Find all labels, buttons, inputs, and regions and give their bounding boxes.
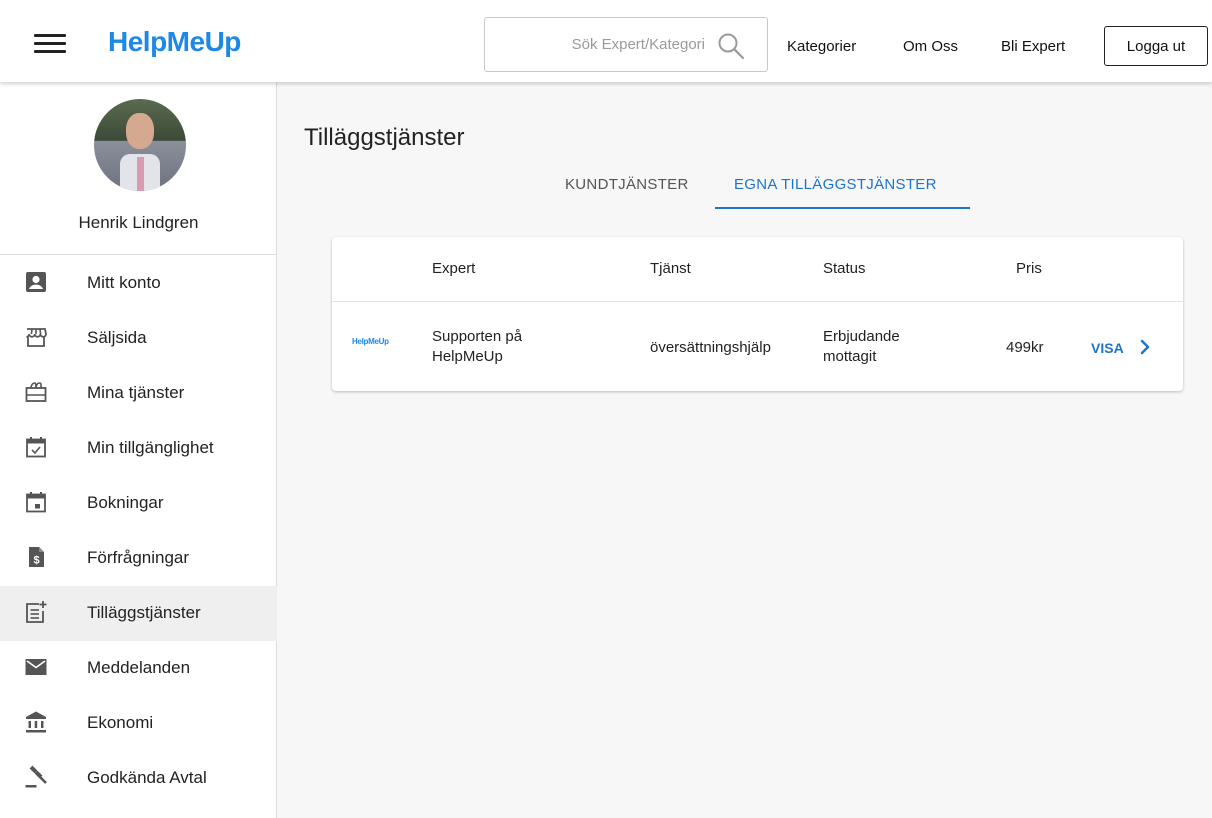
status-text: Erbjudande mottagit <box>823 327 900 367</box>
sidebar: Henrik Lindgren Mitt konto Säljsida Mina… <box>0 82 277 818</box>
storefront-icon <box>26 328 47 347</box>
nav-kategorier-link[interactable]: Kategorier <box>787 38 856 55</box>
avatar[interactable] <box>94 99 186 191</box>
tab-kundtjanster[interactable]: KUNDTJÄNSTER <box>565 176 689 193</box>
nav-om-oss-link[interactable]: Om Oss <box>903 38 958 55</box>
sidebar-item-label: Mitt konto <box>87 273 161 292</box>
status-line: Erbjudande <box>823 328 900 345</box>
sidebar-divider <box>0 254 277 255</box>
tab-egna-tillaggstjanster[interactable]: EGNA TILLÄGGSTJÄNSTER <box>734 176 937 193</box>
sidebar-item-label: Godkända Avtal <box>87 768 207 787</box>
sidebar-item-meddelanden[interactable]: Meddelanden <box>0 641 277 696</box>
menu-icon[interactable] <box>34 34 66 54</box>
expert-name: Supporten på HelpMeUp <box>432 327 522 367</box>
sidebar-item-mina-tjanster[interactable]: Mina tjänster <box>0 366 277 421</box>
bank-icon <box>26 711 46 733</box>
expert-name-line: HelpMeUp <box>432 348 503 365</box>
search-icon[interactable] <box>716 31 746 61</box>
sidebar-item-label: Förfrågningar <box>87 548 190 567</box>
top-bar: HelpMeUp Kategorier Om Oss Bli Expert Lo… <box>0 0 1212 82</box>
sidebar-item-godkanda-avtal[interactable]: Godkända Avtal <box>0 751 277 806</box>
user-name: Henrik Lindgren <box>78 213 199 232</box>
sidebar-item-label: Säljsida <box>87 328 147 347</box>
sidebar-item-min-tillganglighet[interactable]: Min tillgänglighet <box>0 421 277 476</box>
post-add-icon <box>26 601 47 623</box>
column-header-tjanst: Tjänst <box>650 260 691 277</box>
gavel-icon <box>25 765 47 788</box>
active-tab-indicator <box>715 207 970 209</box>
column-header-pris: Pris <box>1016 260 1042 277</box>
sidebar-item-mitt-konto[interactable]: Mitt konto <box>0 256 277 311</box>
calendar-icon <box>26 492 46 513</box>
service-name: översättningshjälp <box>650 339 771 356</box>
services-table: Expert Tjänst Status Pris HelpMeUp Suppo… <box>332 237 1183 391</box>
column-header-expert: Expert <box>432 260 476 277</box>
sidebar-item-label: Min tillgänglighet <box>87 438 214 457</box>
services-icon <box>25 382 47 402</box>
price: 499kr <box>1006 339 1044 356</box>
nav-bli-expert-link[interactable]: Bli Expert <box>1001 38 1065 55</box>
page-title: Tilläggstjänster <box>304 124 465 151</box>
search-input[interactable] <box>495 18 705 71</box>
sidebar-menu: Mitt konto Säljsida Mina tjänster Min ti… <box>0 256 277 806</box>
sidebar-item-label: Meddelanden <box>87 658 191 677</box>
sidebar-item-ekonomi[interactable]: Ekonomi <box>0 696 277 751</box>
expert-logo: HelpMeUp <box>352 337 389 346</box>
sidebar-item-forfragningar[interactable]: $ Förfrågningar <box>0 531 277 586</box>
sidebar-item-tillaggstjanster[interactable]: Tilläggstjänster <box>0 586 277 641</box>
expert-name-line: Supporten på <box>432 328 523 345</box>
calendar-check-icon <box>26 437 46 458</box>
svg-text:$: $ <box>33 555 39 567</box>
sidebar-item-label: Ekonomi <box>87 713 154 732</box>
status-line: mottagit <box>823 348 877 365</box>
logout-button[interactable]: Logga ut <box>1104 26 1208 66</box>
column-header-status: Status <box>823 260 866 277</box>
sidebar-item-label: Bokningar <box>87 493 164 512</box>
sidebar-item-label: Tilläggstjänster <box>87 603 201 622</box>
account-box-icon <box>26 272 46 292</box>
request-document-icon: $ <box>29 547 44 567</box>
visa-button[interactable]: VISA <box>1091 340 1124 356</box>
header-divider <box>332 301 1183 302</box>
search-box <box>484 17 768 72</box>
chevron-right-icon[interactable] <box>1137 338 1153 356</box>
sidebar-item-saljsida[interactable]: Säljsida <box>0 311 277 366</box>
sidebar-item-label: Mina tjänster <box>87 383 185 402</box>
logo[interactable]: HelpMeUp <box>108 26 241 58</box>
mail-icon <box>25 659 47 675</box>
sidebar-item-bokningar[interactable]: Bokningar <box>0 476 277 531</box>
